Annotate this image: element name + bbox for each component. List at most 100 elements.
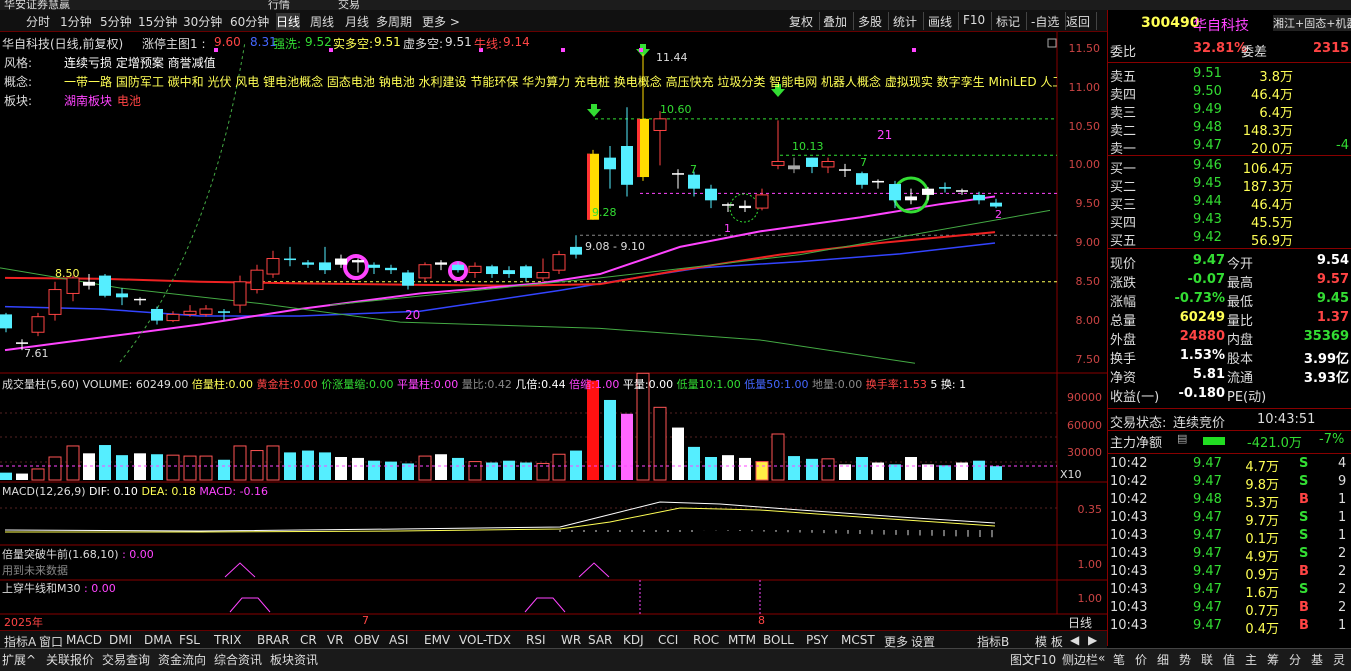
toolbar-btn-1[interactable]: 叠加 xyxy=(817,12,855,30)
candle-44[interactable] xyxy=(739,200,751,212)
indicator-tab-15[interactable]: WR xyxy=(561,633,581,647)
candle-45[interactable] xyxy=(755,188,769,211)
period-4[interactable]: 30分钟 xyxy=(183,13,222,30)
candle-48[interactable] xyxy=(806,157,818,174)
candle-50[interactable] xyxy=(839,163,851,178)
candle-31[interactable] xyxy=(520,264,532,282)
candle-39[interactable] xyxy=(653,111,667,166)
period-3[interactable]: 15分钟 xyxy=(138,13,177,30)
indicator-tab-13[interactable]: VOL-TDX xyxy=(459,633,511,647)
ask-row-3[interactable]: 卖二 9.48 148.3万 xyxy=(1107,120,1351,139)
status-tab-3[interactable]: 资金流向 xyxy=(158,651,206,668)
candle-25[interactable] xyxy=(418,262,432,282)
candle-43[interactable] xyxy=(722,202,734,212)
candle-28[interactable] xyxy=(468,262,482,278)
period-6[interactable]: 日线 xyxy=(276,13,301,30)
candle-23[interactable] xyxy=(385,264,397,275)
period-7[interactable]: 周线 xyxy=(310,13,334,30)
candle-8[interactable] xyxy=(134,297,146,306)
candle-26[interactable] xyxy=(435,260,447,271)
status-tab-1[interactable]: 关联报价 xyxy=(46,651,94,668)
indicator-tab-5[interactable]: FSL xyxy=(179,633,200,647)
bid-row-2[interactable]: 买三 9.44 46.4万 xyxy=(1107,194,1351,213)
quote-tab-7[interactable]: 筹 xyxy=(1267,651,1279,668)
bid-row-1[interactable]: 买二 9.45 187.3万 xyxy=(1107,176,1351,195)
tab-quote[interactable]: 行情 xyxy=(268,0,290,10)
candle-14[interactable] xyxy=(233,275,247,313)
indicator-tab-22[interactable]: PSY xyxy=(806,633,828,647)
period-0[interactable]: 分时 xyxy=(26,13,50,30)
candle-52[interactable] xyxy=(872,179,884,189)
ask-row-1[interactable]: 卖四 9.50 46.4万 xyxy=(1107,84,1351,103)
panel-restore-icon[interactable] xyxy=(1047,38,1057,48)
candle-33[interactable] xyxy=(552,250,566,275)
candle-40[interactable] xyxy=(672,169,684,189)
quote-tab-1[interactable]: 价 xyxy=(1135,651,1147,668)
candle-34[interactable] xyxy=(570,235,582,259)
indicator-tab-17[interactable]: KDJ xyxy=(623,633,644,647)
arrow-right-icon[interactable]: ▶ xyxy=(1088,633,1097,647)
indicator-tab-2[interactable]: MACD xyxy=(66,633,102,647)
status-tab-4[interactable]: 综合资讯 xyxy=(214,651,262,668)
candle-16[interactable] xyxy=(266,250,280,278)
toolbar-btn-6[interactable]: 标记 xyxy=(990,12,1028,30)
candle-12[interactable] xyxy=(199,305,213,317)
candle-29[interactable] xyxy=(486,264,498,278)
candle-49[interactable] xyxy=(821,157,835,174)
period-10[interactable]: 更多 > xyxy=(422,13,460,30)
indicator-tab-14[interactable]: RSI xyxy=(526,633,546,647)
indicator-tab-23[interactable]: MCST xyxy=(841,633,875,647)
candle-19[interactable] xyxy=(319,246,331,275)
candle-42[interactable] xyxy=(705,184,717,209)
candle-6[interactable] xyxy=(99,274,111,298)
period-8[interactable]: 月线 xyxy=(345,13,369,30)
ask-row-0[interactable]: 卖五 9.51 3.8万 xyxy=(1107,66,1351,85)
quote-tab-6[interactable]: 主 xyxy=(1245,651,1257,668)
candle-13[interactable] xyxy=(218,308,230,321)
bid-row-0[interactable]: 买一 9.46 106.4万 xyxy=(1107,158,1351,177)
toolbar-btn-2[interactable]: 多股 xyxy=(852,12,890,30)
status-tab-5[interactable]: 板块资讯 xyxy=(270,651,318,668)
collapse-icon[interactable]: « xyxy=(1098,651,1105,665)
indicator-tab-19[interactable]: ROC xyxy=(693,633,719,647)
candle-7[interactable] xyxy=(116,288,128,306)
quote-tab-3[interactable]: 势 xyxy=(1179,651,1191,668)
quote-tab-4[interactable]: 联 xyxy=(1201,651,1213,668)
candle-57[interactable] xyxy=(956,188,968,195)
period-9[interactable]: 多周期 xyxy=(376,13,412,30)
candle-46[interactable] xyxy=(771,120,785,170)
indicator-tab-7[interactable]: BRAR xyxy=(257,633,290,647)
indicator-tab-11[interactable]: ASI xyxy=(389,633,408,647)
indicator-tab-6[interactable]: TRIX xyxy=(214,633,241,647)
candle-32[interactable] xyxy=(536,258,550,282)
indicator-tab-21[interactable]: BOLL xyxy=(763,633,794,647)
candle-18[interactable] xyxy=(302,260,314,268)
candle-37[interactable] xyxy=(621,107,633,197)
toolbar-btn-3[interactable]: 统计 xyxy=(887,12,925,30)
candle-54[interactable] xyxy=(905,188,917,205)
stock-tag[interactable]: 湘江+固态+机器 xyxy=(1273,15,1351,31)
period-1[interactable]: 1分钟 xyxy=(60,13,92,30)
bankuai-value-2[interactable]: 电池 xyxy=(117,92,141,109)
indicator-tab-20[interactable]: MTM xyxy=(728,633,756,647)
candle-17[interactable] xyxy=(284,246,296,267)
indicator-tab-4[interactable]: DMA xyxy=(144,633,172,647)
candle-15[interactable] xyxy=(250,264,264,294)
candle-30[interactable] xyxy=(503,266,515,278)
status-right-0[interactable]: 图文F10 xyxy=(1010,651,1056,668)
indicator-tab-12[interactable]: EMV xyxy=(424,633,450,647)
quote-tab-9[interactable]: 基 xyxy=(1311,651,1323,668)
arrow-left-icon[interactable]: ◀ xyxy=(1070,633,1079,647)
indicator-tab-16[interactable]: SAR xyxy=(588,633,612,647)
status-tab-0[interactable]: 扩展^ xyxy=(2,651,36,668)
toolbar-btn-8[interactable]: 返回 xyxy=(1060,12,1098,30)
ask-row-4[interactable]: 卖一 9.47 20.0万 -4 xyxy=(1107,138,1351,157)
candle-2[interactable] xyxy=(31,312,45,337)
candle-10[interactable] xyxy=(166,311,180,323)
bankuai-value-1[interactable]: 湖南板块 xyxy=(64,92,112,109)
period-button[interactable]: 日线 xyxy=(1068,614,1092,631)
tab-trade[interactable]: 交易 xyxy=(338,0,360,10)
chart-canvas[interactable] xyxy=(0,32,1107,630)
candle-9[interactable] xyxy=(151,306,163,325)
period-5[interactable]: 60分钟 xyxy=(230,13,269,30)
